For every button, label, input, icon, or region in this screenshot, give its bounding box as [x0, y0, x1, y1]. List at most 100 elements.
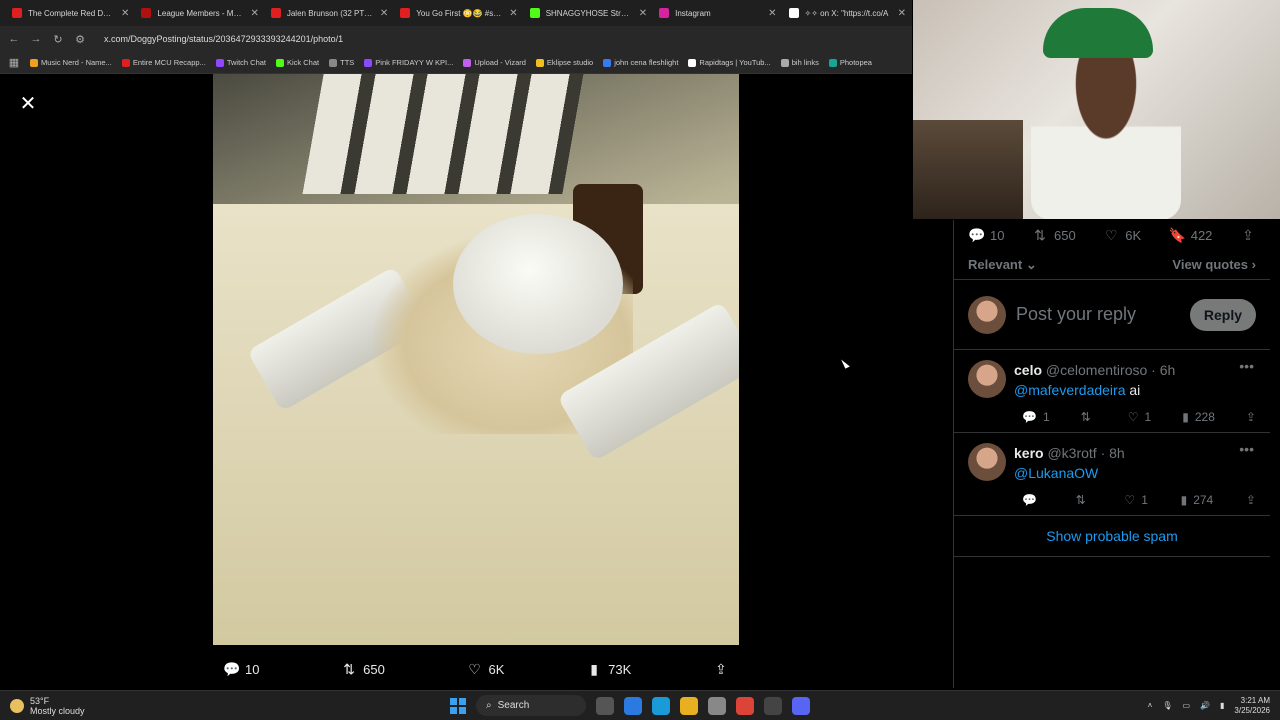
- reply-tweet[interactable]: celo @celomentiroso · 6h @mafeverdadeira …: [954, 350, 1270, 433]
- volume-icon[interactable]: 🔊: [1200, 701, 1210, 710]
- tab-favicon-icon: [141, 8, 152, 18]
- avatar[interactable]: [968, 443, 1006, 481]
- network-icon[interactable]: ▭: [1182, 701, 1190, 710]
- reply-input[interactable]: Post your reply: [1016, 304, 1180, 325]
- tab-close-icon[interactable]: ✕: [250, 8, 258, 19]
- tweet-mention[interactable]: @mafeverdadeira: [1014, 382, 1126, 398]
- clock[interactable]: 3:21 AM 3/25/2026: [1234, 696, 1270, 716]
- browser-tab[interactable]: SHNAGGYHOSE Stream - ✕: [524, 2, 653, 24]
- tab-close-icon[interactable]: ✕: [898, 8, 906, 19]
- bookmarks-bar: ▦ Music Nerd - Name... Entire MCU Recapp.…: [0, 52, 912, 74]
- apps-icon[interactable]: ▦: [8, 56, 20, 69]
- bookmark-label: Photopea: [839, 58, 872, 67]
- tab-favicon-icon: [529, 8, 540, 18]
- share-button[interactable]: ⇪: [1246, 493, 1256, 507]
- post-photo[interactable]: [213, 74, 739, 645]
- stat-reposts[interactable]: ⇅ 650: [1032, 227, 1076, 243]
- tab-close-icon[interactable]: ✕: [509, 8, 517, 19]
- tab-close-icon[interactable]: ✕: [121, 8, 129, 19]
- chrome-icon[interactable]: [736, 696, 754, 715]
- stat-replies[interactable]: 💬 10: [968, 227, 1004, 243]
- site-info-icon[interactable]: ⚙: [74, 33, 86, 46]
- reply-panel: 💬 10 ⇅ 650 ♡ 6K 🔖 422 ⇪ Relevant ⌄ View quot…: [953, 220, 1270, 688]
- like-button[interactable]: ♡ 1: [1128, 410, 1151, 424]
- views-button[interactable]: ▮ 228: [1182, 410, 1215, 424]
- tab-close-icon[interactable]: ✕: [639, 8, 647, 19]
- tweet-handle[interactable]: @celomentiroso: [1046, 362, 1147, 378]
- tab-favicon-icon: [270, 8, 281, 18]
- close-icon[interactable]: ✕: [18, 94, 38, 114]
- reply-button[interactable]: 💬 1: [1022, 410, 1050, 424]
- file-explorer-icon[interactable]: [680, 696, 698, 715]
- tweet-mention[interactable]: @LukanaOW: [1014, 465, 1098, 481]
- stat-bookmarks[interactable]: 🔖 422: [1169, 227, 1213, 243]
- bookmark-item[interactable]: Kick Chat: [276, 58, 319, 67]
- repost-button[interactable]: ⇅ 650: [341, 661, 385, 677]
- repost-button[interactable]: ⇅: [1081, 410, 1097, 424]
- repost-button[interactable]: ⇅: [1076, 493, 1092, 507]
- url-field[interactable]: x.com/DoggyPosting/status/20364729333932…: [104, 34, 343, 44]
- share-button[interactable]: ⇪: [713, 661, 729, 677]
- bookmark-item[interactable]: Photopea: [828, 58, 872, 67]
- stat-share[interactable]: ⇪: [1240, 227, 1256, 243]
- app-icon[interactable]: [764, 696, 782, 715]
- share-button[interactable]: ⇪: [1246, 410, 1256, 424]
- tweet-author-name[interactable]: celo: [1014, 362, 1042, 378]
- like-button[interactable]: ♡ 1: [1124, 493, 1147, 507]
- weather-widget[interactable]: 53°F Mostly cloudy: [0, 696, 200, 716]
- bookmark-item[interactable]: Upload - Vizard: [463, 58, 526, 67]
- view-quotes-link[interactable]: View quotes ›: [1172, 257, 1256, 272]
- tweet-time: · 8h: [1100, 445, 1125, 461]
- reply-tweet[interactable]: kero @k3rotf · 8h @LukanaOW ••• 💬 ⇅ ♡ 1 ▮ 274 ⇪: [954, 433, 1270, 516]
- reload-icon[interactable]: ↻: [52, 33, 64, 46]
- stat-likes[interactable]: ♡ 6K: [1103, 227, 1141, 243]
- copilot-icon[interactable]: [624, 696, 642, 715]
- store-icon[interactable]: [708, 696, 726, 715]
- tweet-author-name[interactable]: kero: [1014, 445, 1044, 461]
- bookmark-item[interactable]: TTS: [329, 58, 354, 67]
- browser-tab[interactable]: ✧✧ on X: "https://t.co/A ✕: [783, 2, 912, 24]
- tab-close-icon[interactable]: ✕: [768, 8, 776, 19]
- browser-tab[interactable]: You Go First 😳😂 #shorts ✕: [394, 2, 523, 24]
- views-button[interactable]: ▮ 274: [1181, 493, 1214, 507]
- repost-icon: ⇅: [1034, 227, 1046, 243]
- tab-strip: The Complete Red Dead R ✕ League Members -…: [0, 0, 912, 26]
- browser-tab[interactable]: Jalen Brunson (32 PTS) Co ✕: [265, 2, 394, 24]
- bookmark-item[interactable]: john cena fleshlight: [603, 58, 678, 67]
- tweet-handle[interactable]: @k3rotf: [1047, 445, 1096, 461]
- chevron-up-icon[interactable]: ˄: [1148, 701, 1153, 710]
- back-icon[interactable]: ←: [8, 33, 20, 45]
- reply-button[interactable]: 💬: [1022, 493, 1043, 507]
- bookmark-item[interactable]: bih links: [780, 58, 819, 67]
- photo-action-bar: 💬 10 ⇅ 650 ♡ 6K ▮ 73K ⇪: [213, 654, 739, 684]
- views-button[interactable]: ▮ 73K: [586, 661, 631, 677]
- more-icon[interactable]: •••: [1239, 441, 1254, 457]
- bookmark-item[interactable]: Eklipse studio: [535, 58, 593, 67]
- task-view-icon[interactable]: [596, 696, 614, 715]
- more-icon[interactable]: •••: [1239, 358, 1254, 374]
- like-button[interactable]: ♡ 6K: [467, 661, 504, 677]
- browser-tab[interactable]: Instagram ✕: [653, 2, 782, 24]
- battery-icon[interactable]: ▮: [1220, 701, 1224, 710]
- tab-close-icon[interactable]: ✕: [380, 8, 388, 19]
- show-spam-link[interactable]: Show probable spam: [954, 516, 1270, 557]
- bookmark-item[interactable]: Pink FRIDAYY W KPI...: [364, 58, 453, 67]
- bookmark-item[interactable]: Entire MCU Recapp...: [121, 58, 206, 67]
- reply-button[interactable]: 💬 10: [223, 661, 259, 677]
- edge-icon[interactable]: [652, 696, 670, 715]
- taskbar-search[interactable]: ⌕ Search: [476, 695, 586, 716]
- relevant-dropdown[interactable]: Relevant ⌄: [968, 257, 1037, 273]
- discord-icon[interactable]: [792, 696, 810, 715]
- forward-icon[interactable]: →: [30, 33, 42, 45]
- browser-tab[interactable]: League Members - My 20 ✕: [135, 2, 264, 24]
- bookmark-item[interactable]: Music Nerd - Name...: [30, 58, 112, 67]
- reply-submit-button[interactable]: Reply: [1189, 298, 1256, 331]
- bookmark-item[interactable]: Twitch Chat: [215, 58, 266, 67]
- repost-icon: ⇅: [1080, 410, 1091, 424]
- bookmark-item[interactable]: Rapidtags | YouTub...: [688, 58, 771, 67]
- address-bar: ← → ↻ ⚙ x.com/DoggyPosting/status/203647…: [0, 26, 912, 52]
- microphone-icon[interactable]: 🎙: [1162, 701, 1172, 710]
- windows-start-icon[interactable]: [450, 697, 466, 714]
- browser-tab[interactable]: The Complete Red Dead R ✕: [6, 2, 135, 24]
- avatar[interactable]: [968, 360, 1006, 398]
